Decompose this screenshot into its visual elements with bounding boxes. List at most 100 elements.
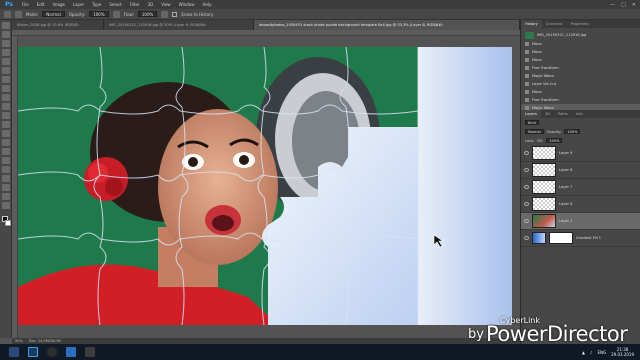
brush-tool-icon[interactable]: [2, 85, 10, 92]
gradient-layer-row[interactable]: Gradient Fill 1: [521, 230, 640, 247]
tab-img-doc[interactable]: IMG_20190321_113916.jpg @ 50% (Layer 9, …: [104, 20, 254, 30]
history-item[interactable]: Move: [521, 48, 640, 56]
history-item[interactable]: Layer Via Cut: [521, 80, 640, 88]
visibility-eye-icon[interactable]: [524, 202, 529, 206]
flow-input[interactable]: 100%: [137, 11, 158, 17]
visibility-eye-icon[interactable]: [524, 185, 529, 189]
pen-tool-icon[interactable]: [2, 148, 10, 155]
path-selection-tool-icon[interactable]: [2, 166, 10, 173]
maximize-button[interactable]: □: [621, 2, 626, 8]
healing-tool-icon[interactable]: [2, 76, 10, 83]
visibility-eye-icon[interactable]: [524, 168, 529, 172]
tools-panel: [0, 20, 12, 338]
media-player-taskbar-icon[interactable]: [47, 347, 57, 357]
zoom-readout[interactable]: 50%: [15, 339, 23, 343]
tab-puzzle-doc[interactable]: depositphotos_1055451 stock photo puzzle…: [254, 20, 520, 30]
layer-opacity-input[interactable]: 100%: [564, 129, 581, 134]
history-item[interactable]: Move: [521, 40, 640, 48]
layer-row-selected[interactable]: Layer 1: [521, 213, 640, 230]
system-clock[interactable]: 21:38 29.03.2019: [611, 347, 634, 357]
airbrush-icon[interactable]: [161, 10, 169, 18]
tab-layers[interactable]: Layers: [521, 110, 541, 118]
keyboard-language[interactable]: ENG: [597, 350, 606, 355]
history-item[interactable]: Free Transform: [521, 96, 640, 104]
menu-view[interactable]: View: [157, 2, 175, 7]
canvas-area[interactable]: [12, 30, 520, 338]
flow-label: Flow:: [123, 11, 134, 17]
menu-help[interactable]: Help: [198, 2, 215, 7]
app-taskbar-icon[interactable]: [85, 347, 95, 357]
marquee-tool-icon[interactable]: [2, 31, 10, 38]
tab-3d[interactable]: 3D: [541, 110, 554, 118]
network-icon[interactable]: ▲: [582, 350, 585, 355]
dodge-tool-icon[interactable]: [2, 139, 10, 146]
history-step-icon: [525, 82, 529, 86]
type-tool-icon[interactable]: [2, 157, 10, 164]
tab-album-doc[interactable]: Album_0238.jpg @ 15,6% (RGB/8): [12, 20, 104, 30]
document-canvas[interactable]: [18, 47, 512, 325]
tab-properties[interactable]: Properties: [566, 20, 592, 28]
window-controls: — □ ✕: [610, 2, 640, 8]
pressure-opacity-icon[interactable]: [112, 10, 120, 18]
menu-window[interactable]: Window: [175, 2, 199, 7]
visibility-eye-icon[interactable]: [524, 236, 529, 240]
photoshop-taskbar-icon[interactable]: [28, 347, 38, 357]
layer-row[interactable]: Layer 8: [521, 162, 640, 179]
menu-filter[interactable]: Filter: [126, 2, 144, 7]
brush-preset-icon[interactable]: [15, 10, 22, 18]
menu-layer[interactable]: Layer: [69, 2, 88, 7]
lasso-tool-icon[interactable]: [2, 40, 10, 47]
zoom-tool-icon[interactable]: [2, 193, 10, 200]
layer-name: Layer 6: [559, 202, 573, 206]
move-tool-icon[interactable]: [2, 22, 10, 29]
eraser-tool-icon[interactable]: [4, 10, 11, 18]
layer-row[interactable]: Layer 7: [521, 179, 640, 196]
opacity-input[interactable]: 100%: [89, 11, 109, 17]
history-snapshot[interactable]: IMG_20190321_113916.jpg: [521, 30, 640, 40]
magic-wand-tool-icon[interactable]: [2, 49, 10, 56]
tab-paths[interactable]: Paths: [554, 110, 572, 118]
erase-to-history-checkbox[interactable]: [172, 11, 178, 17]
layer-row[interactable]: Layer 9: [521, 145, 640, 162]
history-brush-tool-icon[interactable]: [2, 103, 10, 110]
history-item-label: Free Transform: [532, 66, 559, 70]
blur-tool-icon[interactable]: [2, 130, 10, 137]
start-windows-icon[interactable]: [9, 347, 19, 357]
powerdirector-taskbar-icon[interactable]: [66, 347, 76, 357]
eyedropper-tool-icon[interactable]: [2, 67, 10, 74]
volume-icon[interactable]: ♪: [590, 350, 593, 355]
menu-file[interactable]: File: [18, 2, 33, 7]
tab-channels[interactable]: Channels: [542, 20, 567, 28]
tab-info[interactable]: Info: [572, 110, 587, 118]
menu-image[interactable]: Image: [48, 2, 69, 7]
menu-edit[interactable]: Edit: [33, 2, 49, 7]
tab-history[interactable]: History: [521, 20, 542, 28]
menu-select[interactable]: Select: [105, 2, 125, 7]
mode-select[interactable]: Normal: [42, 11, 65, 17]
gradient-tool-icon[interactable]: [2, 121, 10, 128]
menu-3d[interactable]: 3D: [144, 2, 158, 7]
history-item[interactable]: Move: [521, 88, 640, 96]
menu-type[interactable]: Type: [88, 2, 105, 7]
close-button[interactable]: ✕: [632, 2, 636, 8]
layer-fill-input[interactable]: 100%: [546, 138, 563, 143]
stamp-tool-icon[interactable]: [2, 94, 10, 101]
shape-tool-icon[interactable]: [2, 175, 10, 182]
layer-kind-filter[interactable]: Kind: [525, 120, 539, 125]
erase-to-history-label: Erase to History: [181, 11, 214, 17]
crop-tool-icon[interactable]: [2, 58, 10, 65]
history-item[interactable]: Free Transform: [521, 64, 640, 72]
layers-lock-row: Lock: Fill: 100%: [521, 136, 640, 145]
history-item[interactable]: Move: [521, 56, 640, 64]
background-color-swatch[interactable]: [5, 220, 11, 226]
visibility-eye-icon[interactable]: [524, 219, 529, 223]
layer-row[interactable]: Layer 6: [521, 196, 640, 213]
blend-mode-select[interactable]: Normal: [525, 129, 544, 134]
minimize-button[interactable]: —: [610, 2, 615, 8]
history-item[interactable]: Magic Wand: [521, 72, 640, 80]
edit-toolbar-icon[interactable]: [2, 202, 10, 209]
eraser-tool-button-icon[interactable]: [2, 112, 10, 119]
hand-tool-icon[interactable]: [2, 184, 10, 191]
ruler-horizontal[interactable]: [12, 30, 520, 36]
visibility-eye-icon[interactable]: [524, 151, 529, 155]
